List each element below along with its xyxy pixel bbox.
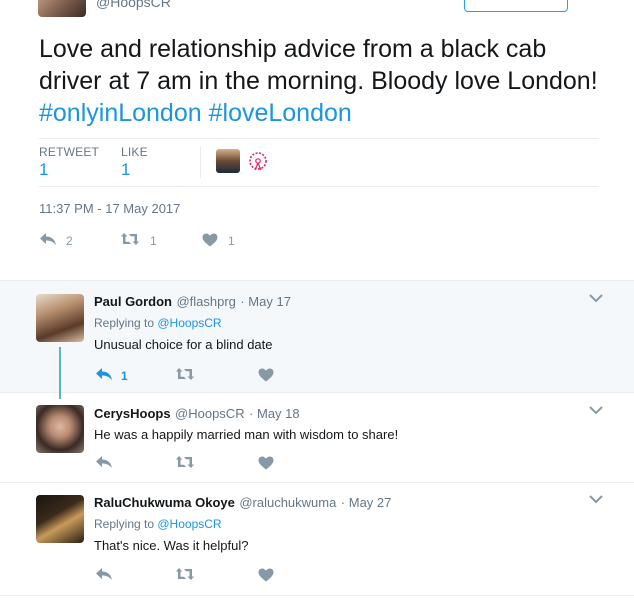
reply-count: 2 [66,234,73,248]
tweet-timestamp[interactable]: 11:37 PM - 17 May 2017 [39,201,180,216]
tweet-text: Love and relationship advice from a blac… [39,33,609,129]
author-handle[interactable]: @HoopsCR [96,0,171,10]
heart-icon[interactable] [258,456,274,470]
heart-icon[interactable] [258,568,274,582]
reply-icon[interactable] [95,567,113,581]
reply-author-name[interactable]: CerysHoops [94,406,171,421]
reply-author-name[interactable]: Paul Gordon [94,294,172,309]
replying-to: Replying to @HoopsCR [94,517,222,531]
reply-author-name[interactable]: RaluChukwuma Okoye [94,495,235,510]
tweet-body: Love and relationship advice from a blac… [39,35,598,95]
likes-label[interactable]: LIKE [121,145,148,159]
retweet-icon[interactable] [175,367,195,381]
heart-icon[interactable] [202,233,218,247]
avatar[interactable] [36,294,84,342]
replying-to: Replying to @HoopsCR [94,316,222,330]
retweet-icon[interactable] [175,455,195,469]
stats-divider-bottom [39,186,599,187]
retweets-label[interactable]: RETWEET [39,145,99,159]
retweets-count[interactable]: 1 [39,160,48,180]
stats-vertical-divider [200,146,201,178]
retweet-count: 1 [150,234,157,248]
reply-header: RaluChukwuma Okoye @raluchukwuma · May 2… [94,494,391,512]
replying-prefix: Replying to [94,517,158,531]
reply-header: Paul Gordon @flashprg · May 17 [94,293,291,311]
avatar[interactable] [36,405,84,453]
like-count: 1 [228,234,235,248]
reply-text: Unusual choice for a blind date [94,337,273,352]
retweet-icon[interactable] [175,567,195,581]
chevron-down-icon[interactable] [589,290,603,306]
reply-count: 1 [121,369,128,383]
london-eye-icon [249,152,267,171]
reply-date[interactable]: · May 17 [240,294,291,309]
reply-author-handle[interactable]: @flashprg [176,294,235,309]
replying-prefix: Replying to [94,316,158,330]
heart-icon[interactable] [258,368,274,382]
follow-button[interactable] [464,0,568,12]
reply-header: CerysHoops @HoopsCR · May 18 [94,405,300,423]
avatar[interactable] [36,495,84,543]
thread-connector [59,347,61,399]
reply-author-handle[interactable]: @HoopsCR [175,406,245,421]
replying-to-link[interactable]: @HoopsCR [157,517,221,531]
reply-icon[interactable] [39,232,57,246]
likes-count[interactable]: 1 [121,160,130,180]
reply-date[interactable]: · May 27 [341,495,392,510]
reply-icon[interactable] [95,455,113,469]
hashtag-onlyinlondon[interactable]: #onlyinLondon [39,99,202,127]
liker-avatar[interactable] [216,149,240,173]
hashtag-lovelondon[interactable]: #loveLondon [209,99,352,127]
reply-text: That's nice. Was it helpful? [94,538,249,553]
liker-avatar[interactable] [247,150,269,172]
reply-icon[interactable] [95,367,113,381]
author-avatar[interactable] [38,0,86,17]
replying-to-link[interactable]: @HoopsCR [157,316,221,330]
chevron-down-icon[interactable] [589,491,603,507]
retweet-icon[interactable] [120,232,140,246]
chevron-down-icon[interactable] [589,402,603,418]
reply-date[interactable]: · May 18 [249,406,300,421]
stats-divider-top [39,138,599,139]
reply-author-handle[interactable]: @raluchukwuma [239,495,336,510]
reply-text: He was a happily married man with wisdom… [94,427,399,442]
